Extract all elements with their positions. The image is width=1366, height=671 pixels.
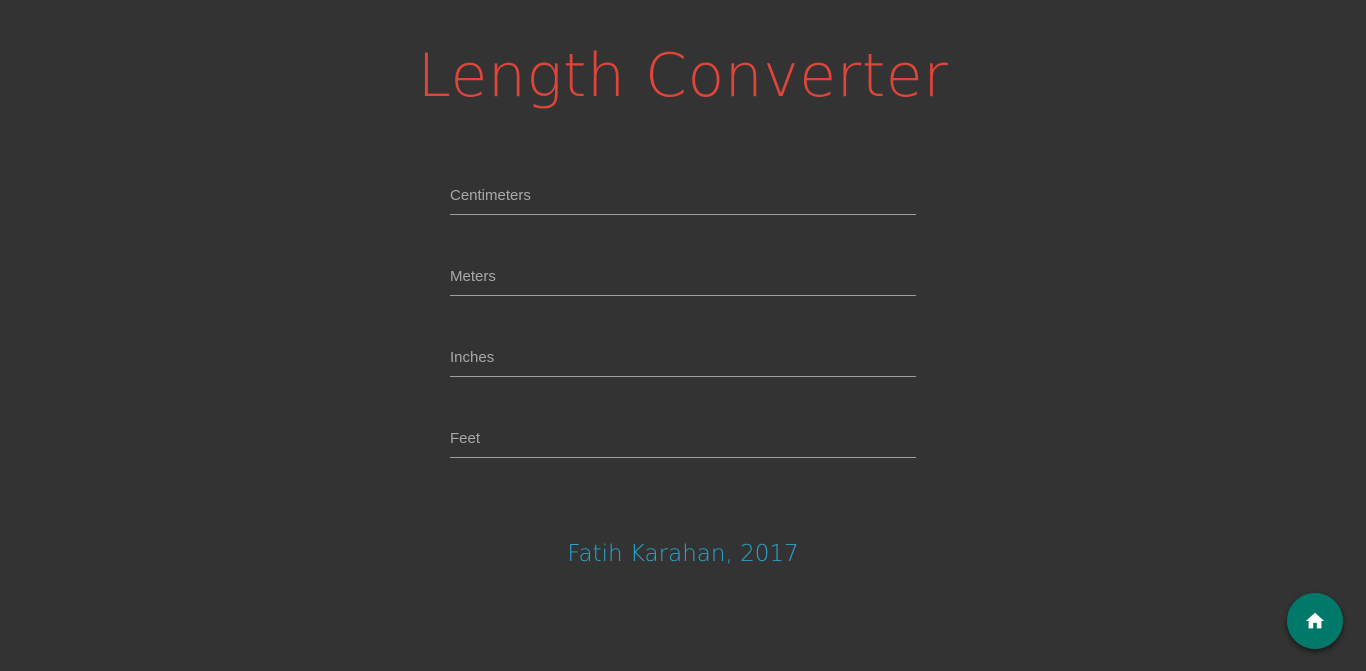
home-button[interactable] — [1287, 593, 1343, 649]
home-icon — [1304, 610, 1326, 632]
footer-credit: Fatih Karahan, 2017 — [567, 541, 799, 567]
inches-input[interactable] — [450, 339, 916, 377]
meters-input[interactable] — [450, 258, 916, 296]
converter-form — [450, 150, 916, 474]
inches-field-wrapper — [450, 312, 916, 393]
page-title: Length Converter — [417, 41, 949, 111]
meters-field-wrapper — [450, 231, 916, 312]
feet-input[interactable] — [450, 420, 916, 458]
centimeters-field-wrapper — [450, 150, 916, 231]
feet-field-wrapper — [450, 393, 916, 474]
centimeters-input[interactable] — [450, 177, 916, 215]
